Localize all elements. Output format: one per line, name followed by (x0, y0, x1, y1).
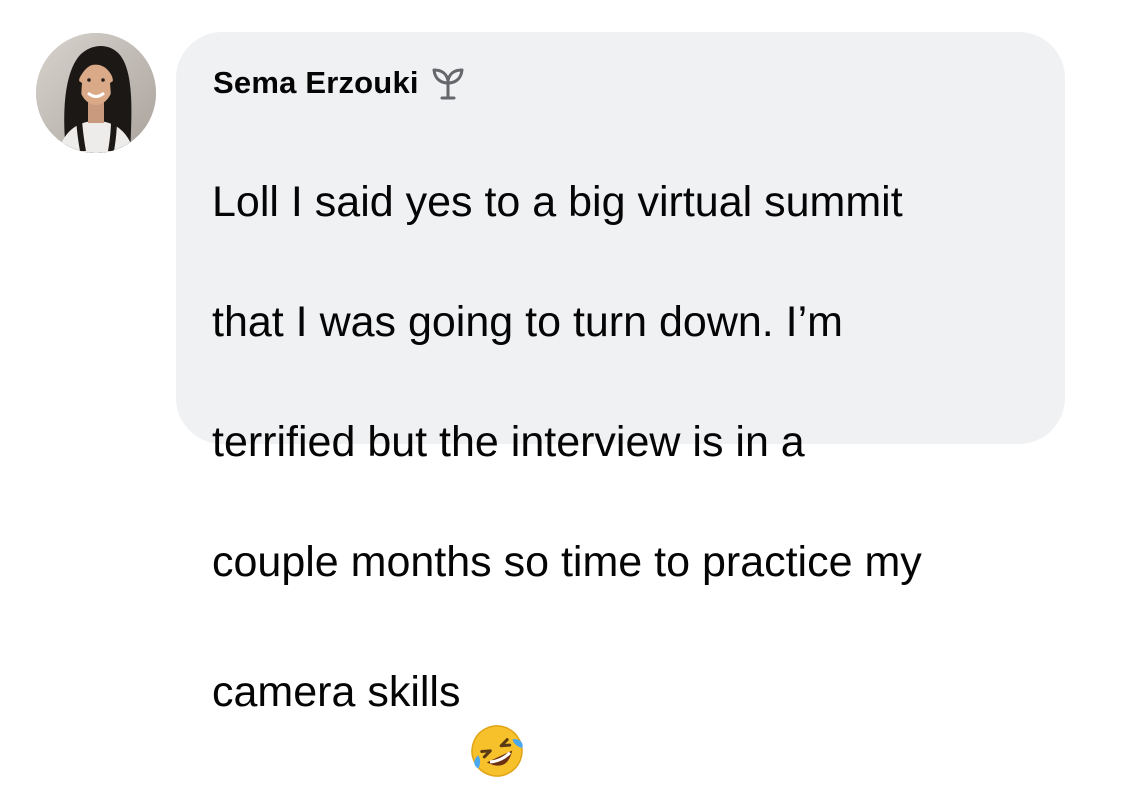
sprout-badge-icon[interactable] (429, 64, 467, 102)
avatar[interactable] (36, 33, 156, 153)
comment-text-line: couple months so time to practice my (212, 538, 922, 586)
comment-text: Loll I said yes to a big virtual summit … (212, 112, 1042, 785)
comment-text-line: terrified but the interview is in a (212, 418, 805, 466)
author-row: Sema Erzouki (213, 62, 467, 104)
comment: Sema Erzouki Loll I said yes to a big vi… (0, 0, 1125, 777)
comment-text-line: Loll I said yes to a big virtual summit (212, 178, 903, 226)
comment-text-line: camera skills (212, 668, 461, 716)
author-name[interactable]: Sema Erzouki (213, 65, 419, 101)
comment-bubble: Sema Erzouki Loll I said yes to a big vi… (176, 32, 1065, 777)
comment-text-line: that I was going to turn down. I’m (212, 298, 843, 346)
avatar-image (36, 33, 156, 153)
rolling-on-floor-laughing-emoji-icon (467, 661, 527, 777)
